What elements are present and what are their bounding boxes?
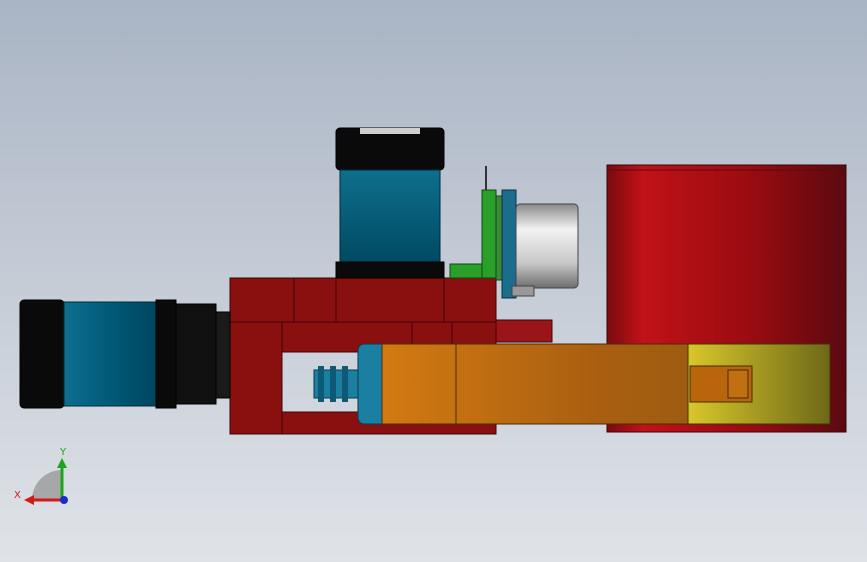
y-axis-head (57, 458, 67, 468)
z-axis-dot (60, 496, 68, 504)
triad-plane (32, 470, 62, 500)
y-axis-label: Y (59, 447, 67, 458)
x-axis-label: X (14, 490, 21, 501)
stepper-motor-horizontal[interactable] (19, 299, 231, 409)
ultrasonic-sensor[interactable] (449, 166, 579, 299)
x-axis-head (24, 495, 34, 505)
cad-viewport[interactable]: Y X (0, 0, 867, 562)
assembly-model[interactable]: Y X (0, 0, 867, 562)
orientation-triad: Y X (14, 447, 68, 505)
yellow-link[interactable] (687, 343, 831, 425)
stepper-motor-vertical[interactable] (335, 127, 445, 279)
